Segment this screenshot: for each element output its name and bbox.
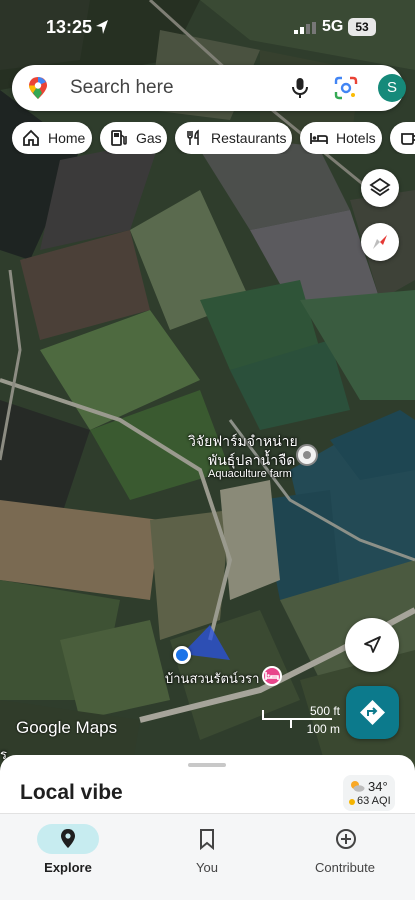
search-placeholder[interactable]: Search here xyxy=(70,77,174,99)
microphone-icon[interactable] xyxy=(288,76,312,100)
compass-button[interactable] xyxy=(361,223,399,261)
signal-bars-icon xyxy=(294,22,316,34)
layers-button[interactable] xyxy=(361,169,399,207)
nav-label: You xyxy=(196,860,218,875)
farm-category: Aquaculture farm xyxy=(208,468,292,480)
clock-time: 13:25 xyxy=(46,17,93,37)
temperature: 34° xyxy=(368,779,388,794)
chip-label: Restaurants xyxy=(211,130,287,146)
nav-explore[interactable]: Explore xyxy=(8,820,128,880)
gas-pump-icon xyxy=(111,130,127,146)
aquaculture-farm-pin[interactable] xyxy=(296,444,318,466)
layers-icon xyxy=(369,177,391,197)
chip-label: Gas xyxy=(136,130,162,146)
chip-home[interactable]: Home xyxy=(12,122,92,154)
nav-contribute[interactable]: Contribute xyxy=(285,820,405,880)
bookmark-icon xyxy=(200,829,214,850)
chip-label: Hotels xyxy=(336,130,376,146)
nav-label: Explore xyxy=(44,860,92,875)
bed-icon xyxy=(310,133,328,144)
coffee-icon xyxy=(401,133,415,145)
category-chips: Home Gas Restaurants Hotels xyxy=(12,122,415,154)
fork-knife-icon xyxy=(187,129,199,145)
add-circle-icon xyxy=(336,829,356,849)
location-pin-icon xyxy=(61,829,75,848)
status-bar: 13:25 5G 53 xyxy=(0,0,415,54)
my-location-button[interactable] xyxy=(345,618,399,672)
sheet-drag-handle[interactable] xyxy=(188,763,226,767)
battery-level: 53 xyxy=(348,18,376,36)
scale-feet: 500 ft xyxy=(309,704,340,718)
chip-hotels[interactable]: Hotels xyxy=(300,122,382,154)
bottom-navigation: Explore You Contribute xyxy=(0,813,415,900)
scale-meters: 100 m xyxy=(306,722,340,736)
account-avatar[interactable]: S xyxy=(378,74,406,102)
chip-more[interactable] xyxy=(390,122,415,154)
chip-restaurants[interactable]: Restaurants xyxy=(175,122,292,154)
network-type: 5G xyxy=(322,18,344,35)
chip-gas[interactable]: Gas xyxy=(100,122,167,154)
partly-cloudy-icon xyxy=(351,781,365,792)
compass-icon xyxy=(373,235,387,249)
google-lens-icon[interactable] xyxy=(333,75,359,101)
bed-icon xyxy=(265,672,279,680)
sheet-title: Local vibe xyxy=(20,781,123,804)
directions-icon xyxy=(360,700,385,725)
aqi-indicator-dot xyxy=(349,799,355,805)
directions-button[interactable] xyxy=(346,686,399,739)
air-quality-index: 63 AQI xyxy=(357,795,391,807)
house-place-label[interactable]: บ้านสวนรัตน์วรา xyxy=(165,668,259,689)
weather-badge[interactable]: 34° 63 AQI xyxy=(343,775,395,811)
map-scale-bar: 500 ft 100 m xyxy=(262,704,340,738)
nav-label: Contribute xyxy=(315,860,375,875)
google-maps-pin-icon xyxy=(29,77,47,99)
chip-label: Home xyxy=(48,130,86,146)
home-icon xyxy=(23,129,39,146)
google-maps-logo: Google Maps xyxy=(16,718,118,737)
hotel-pin[interactable] xyxy=(262,666,282,686)
navigation-arrow-icon xyxy=(364,636,381,653)
current-location-dot[interactable] xyxy=(173,646,191,664)
location-arrow-icon xyxy=(96,20,108,34)
nav-you[interactable]: You xyxy=(147,820,267,880)
search-bar[interactable]: Search here S xyxy=(12,65,406,111)
